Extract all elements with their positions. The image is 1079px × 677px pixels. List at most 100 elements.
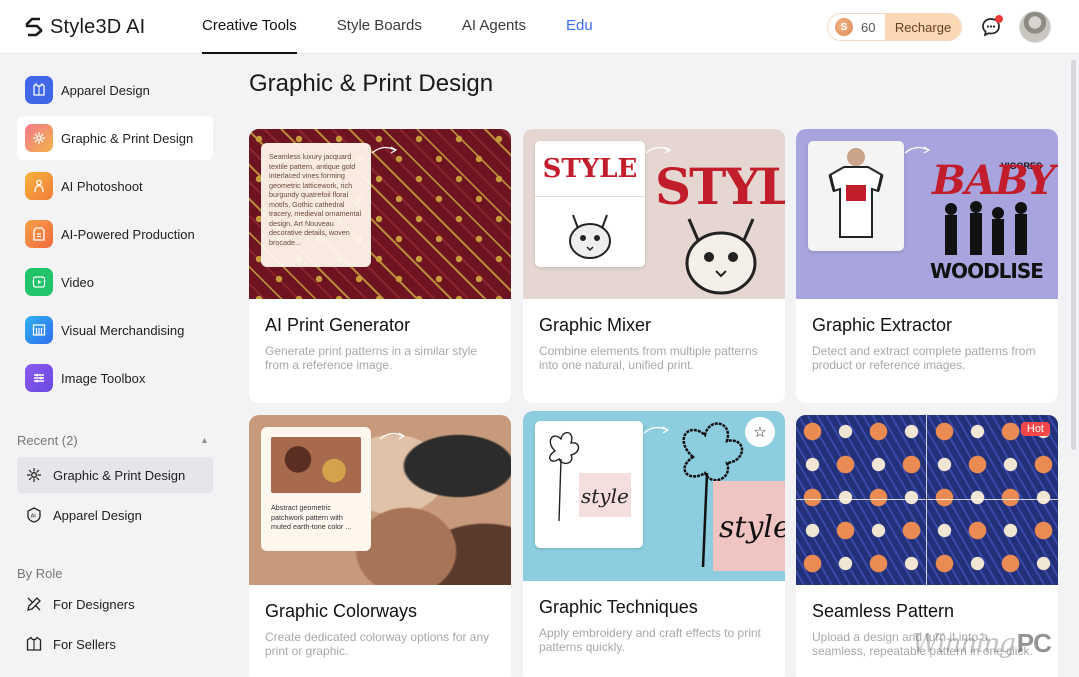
role-item-label: For Designers [53, 596, 135, 612]
video-icon [25, 268, 53, 296]
user-avatar[interactable] [1019, 11, 1051, 43]
tool-card-graphic-mixer[interactable]: STYLE STYLE Graphic Mixer Combine elemen… [523, 129, 785, 403]
sidebar-item-ai-powered-production[interactable]: AI-Powered Production [17, 212, 213, 256]
prompt-text: Seamless luxury jacquard textile pattern… [261, 143, 371, 267]
toolbox-icon [25, 364, 53, 392]
sidebar-item-video[interactable]: Video [17, 260, 213, 304]
baby-text: BABY [932, 157, 1056, 204]
hot-badge: Hot [1020, 422, 1050, 436]
card-thumbnail: Hot [796, 415, 1058, 585]
flower-sketch-icon: style [549, 432, 631, 522]
role-item-label: For Sellers [53, 636, 116, 652]
card-thumbnail: style style ☆ [523, 411, 785, 581]
prompt-text: Abstract geometric patchwork pattern wit… [271, 503, 352, 531]
sidebar-item-graphic-print-design[interactable]: Graphic & Print Design [17, 116, 213, 160]
sidebar-item-label: AI-Powered Production [61, 226, 195, 242]
sidebar-item-visual-merchandising[interactable]: Visual Merchandising [17, 308, 213, 352]
sidebar-item-ai-photoshoot[interactable]: AI Photoshoot [17, 164, 213, 208]
card-title: AI Print Generator [265, 315, 411, 335]
print-icon [27, 468, 41, 482]
card-thumbnail: STYLE STYLE [523, 129, 785, 299]
tshirt-model-icon [828, 148, 884, 238]
card-title: Graphic Techniques [539, 597, 698, 617]
source-sketch: style [535, 421, 643, 548]
nav-tab-edu[interactable]: Edu [566, 0, 592, 54]
source-images: STYLE [535, 141, 645, 267]
tile-divider-horizontal [796, 499, 1058, 500]
cat-sketch-icon [569, 214, 611, 259]
arrow-icon [379, 432, 406, 440]
favorite-star-icon[interactable]: ☆ [745, 417, 775, 447]
nav-tab-style-boards[interactable]: Style Boards [337, 0, 422, 54]
main-scrollbar[interactable] [1071, 60, 1076, 450]
role-item-for-designers[interactable]: For Designers [17, 586, 213, 622]
credit-balance: 60 [861, 19, 876, 35]
model-icon [25, 172, 53, 200]
pen-ruler-icon [27, 597, 41, 611]
patchwork-swatch-image [271, 437, 361, 493]
tile-divider-vertical [926, 415, 927, 585]
recent-item-graphic-print-design[interactable]: Graphic & Print Design [17, 457, 213, 493]
svg-text:AI: AI [31, 514, 37, 520]
style-script-text: style [581, 484, 629, 508]
by-role-heading: By Role [17, 566, 63, 581]
sidebar-item-label: Image Toolbox [61, 370, 146, 386]
sidebar-item-image-toolbox[interactable]: Image Toolbox [17, 356, 213, 400]
shirt-icon [26, 636, 42, 651]
recent-item-label: Apparel Design [53, 507, 142, 523]
messages-button[interactable] [980, 15, 1003, 38]
source-swatch: Abstract geometric patchwork pattern wit… [261, 427, 371, 551]
cat-result-icon [685, 218, 757, 295]
tool-card-graphic-techniques[interactable]: style style ☆ Graphic Techniques Apply e… [523, 411, 785, 677]
collapse-chevron-icon[interactable]: ▴ [202, 435, 207, 446]
sidebar-item-label: Graphic & Print Design [61, 130, 194, 146]
main-nav: Creative Tools Style Boards AI Agents Ed… [202, 0, 632, 54]
card-title: Graphic Mixer [539, 315, 652, 335]
page-title: Graphic & Print Design [249, 70, 494, 97]
top-bar: Style3D AI Creative Tools Style Boards A… [0, 0, 1079, 54]
style3d-logo-icon [25, 17, 43, 37]
tool-card-graphic-extractor[interactable]: VIGORES BABY WOODLISE Graphic Extractor … [796, 129, 1058, 403]
merch-icon [25, 316, 53, 344]
brand-logo[interactable]: Style3D AI [24, 15, 145, 39]
tool-card-ai-print-generator[interactable]: Seamless luxury jacquard textile pattern… [249, 129, 511, 403]
card-description: Create dedicated colorway options for an… [265, 630, 490, 658]
card-thumbnail: Seamless luxury jacquard textile pattern… [249, 129, 511, 299]
nav-tab-ai-agents[interactable]: AI Agents [462, 0, 526, 54]
product-photo [808, 141, 904, 251]
notification-dot [995, 15, 1003, 23]
arrow-icon [645, 146, 672, 154]
recent-item-apparel-design[interactable]: AI Apparel Design [17, 497, 213, 533]
role-item-for-sellers[interactable]: For Sellers [17, 626, 213, 662]
tool-card-graphic-colorways[interactable]: Abstract geometric patchwork pattern wit… [249, 415, 511, 677]
card-description: Apply embroidery and craft effects to pr… [539, 626, 761, 654]
arrow-icon [904, 146, 931, 154]
sidebar-item-apparel-design[interactable]: Apparel Design [17, 68, 213, 112]
card-description: Generate print patterns in a similar sty… [265, 344, 478, 372]
brand-name: Style3D AI [50, 15, 146, 38]
nav-tab-creative-tools[interactable]: Creative Tools [202, 0, 297, 54]
card-thumbnail: VIGORES BABY WOODLISE [796, 129, 1058, 299]
band-silhouette-icon [945, 201, 1027, 255]
card-title: Seamless Pattern [812, 601, 955, 621]
recharge-button[interactable]: Recharge [885, 14, 961, 40]
watermark-suffix: PC [1016, 628, 1052, 658]
print-icon [25, 124, 53, 152]
style-word-image: STYLE [535, 141, 645, 197]
style-embroidery-text: style [719, 510, 785, 545]
credits-widget: S 60 Recharge [827, 13, 962, 41]
sidebar-item-label: Video [61, 274, 95, 290]
sidebar: Apparel Design Graphic & Print Design AI… [0, 54, 229, 677]
card-title: Graphic Colorways [265, 601, 418, 621]
sidebar-item-label: Visual Merchandising [61, 322, 185, 338]
card-thumbnail: Abstract geometric patchwork pattern wit… [249, 415, 511, 585]
recent-item-label: Graphic & Print Design [53, 467, 186, 483]
production-icon [25, 220, 53, 248]
watermark: WinningPC [912, 628, 1052, 659]
card-description: Detect and extract complete patterns fro… [812, 344, 1036, 372]
card-description: Combine elements from multiple patterns … [539, 344, 758, 372]
recent-heading: Recent (2) [17, 433, 78, 448]
ai-badge-icon: AI [27, 507, 41, 523]
arrow-icon [371, 146, 398, 154]
sidebar-item-label: AI Photoshoot [61, 178, 143, 194]
